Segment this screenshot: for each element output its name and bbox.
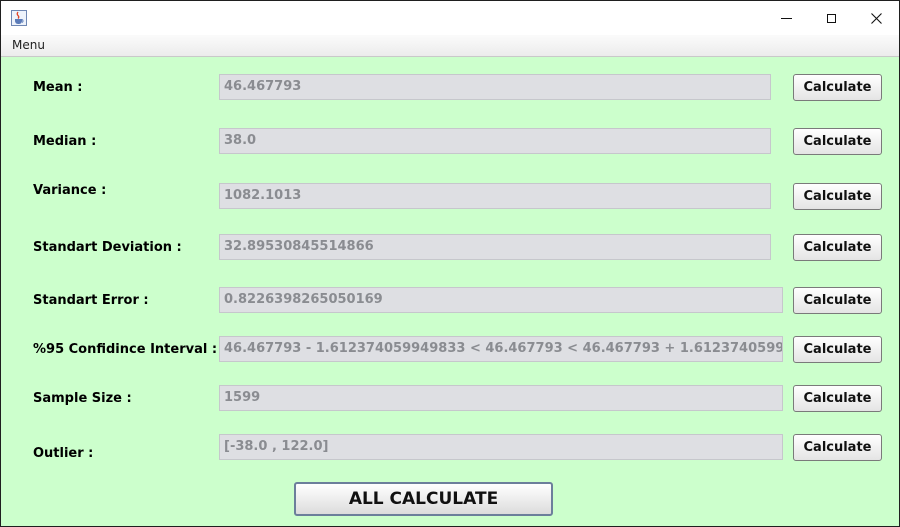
variance-calculate-button[interactable]: Calculate [793,183,882,210]
all-calculate-button[interactable]: ALL CALCULATE [294,482,553,516]
outlier-calculate-button[interactable]: Calculate [793,434,882,461]
java-cup-icon [11,10,27,26]
app-window: Menu Mean : 46.467793 Calculate Median :… [0,0,900,527]
close-button[interactable] [853,1,899,35]
standard-error-calculate-button[interactable]: Calculate [793,287,882,314]
sample-size-label: Sample Size : [33,391,132,406]
outlier-label: Outlier : [33,446,94,461]
confidence-interval-calculate-button[interactable]: Calculate [793,336,882,363]
variance-label: Variance : [33,183,107,198]
confidence-interval-label: %95 Confidince Interval : [33,342,218,357]
sample-size-calculate-button[interactable]: Calculate [793,385,882,412]
maximize-icon [826,13,836,23]
menu-item[interactable]: Menu [12,38,45,52]
outlier-field[interactable]: [-38.0 , 122.0] [219,434,783,460]
title-bar [1,1,899,35]
standard-deviation-calculate-button[interactable]: Calculate [793,234,882,261]
stats-panel: Mean : 46.467793 Calculate Median : 38.0… [1,57,899,526]
minimize-button[interactable] [763,1,809,35]
close-icon [870,9,882,28]
standard-deviation-label: Standart Deviation : [33,240,182,255]
minimize-icon [780,17,792,19]
sample-size-field[interactable]: 1599 [219,385,783,411]
mean-calculate-button[interactable]: Calculate [793,74,882,101]
menu-bar: Menu [1,35,899,57]
variance-field[interactable]: 1082.1013 [219,183,771,209]
standard-deviation-field[interactable]: 32.89530845514866 [219,234,771,260]
mean-label: Mean : [33,80,83,95]
standard-error-field[interactable]: 0.8226398265050169 [219,287,783,313]
median-field[interactable]: 38.0 [219,128,771,154]
standard-error-label: Standart Error : [33,293,149,308]
median-calculate-button[interactable]: Calculate [793,128,882,155]
mean-field[interactable]: 46.467793 [219,74,771,100]
confidence-interval-field[interactable]: 46.467793 - 1.612374059949833 < 46.46779… [219,336,783,362]
median-label: Median : [33,134,97,149]
maximize-button[interactable] [808,1,854,35]
